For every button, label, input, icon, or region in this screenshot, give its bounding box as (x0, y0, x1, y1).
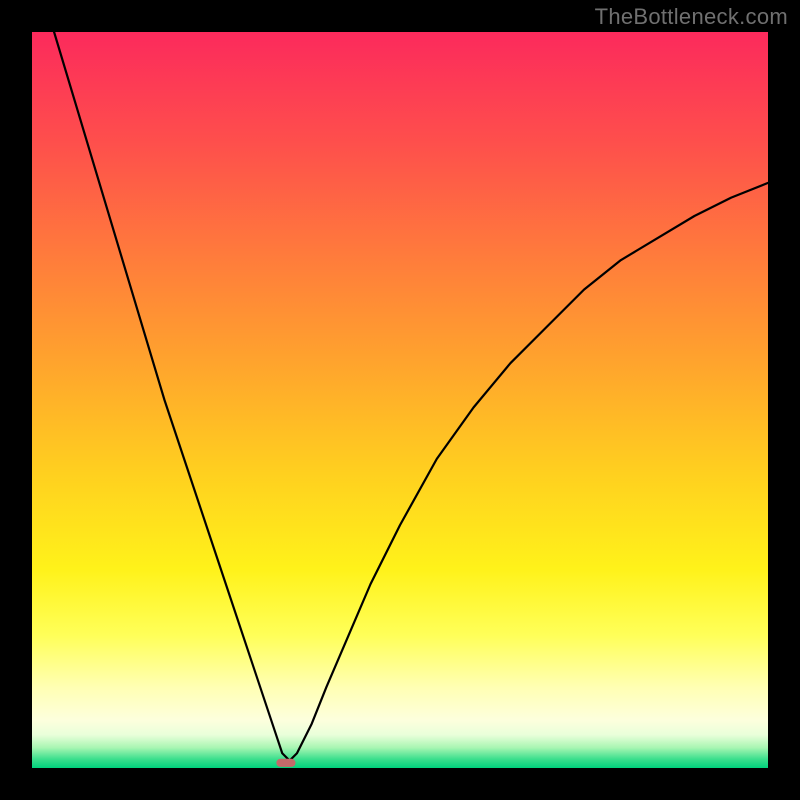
chart-frame: TheBottleneck.com (0, 0, 800, 800)
bottleneck-chart (0, 0, 800, 800)
watermark-text: TheBottleneck.com (595, 4, 788, 30)
optimal-marker (276, 759, 295, 767)
plot-background (32, 32, 768, 768)
